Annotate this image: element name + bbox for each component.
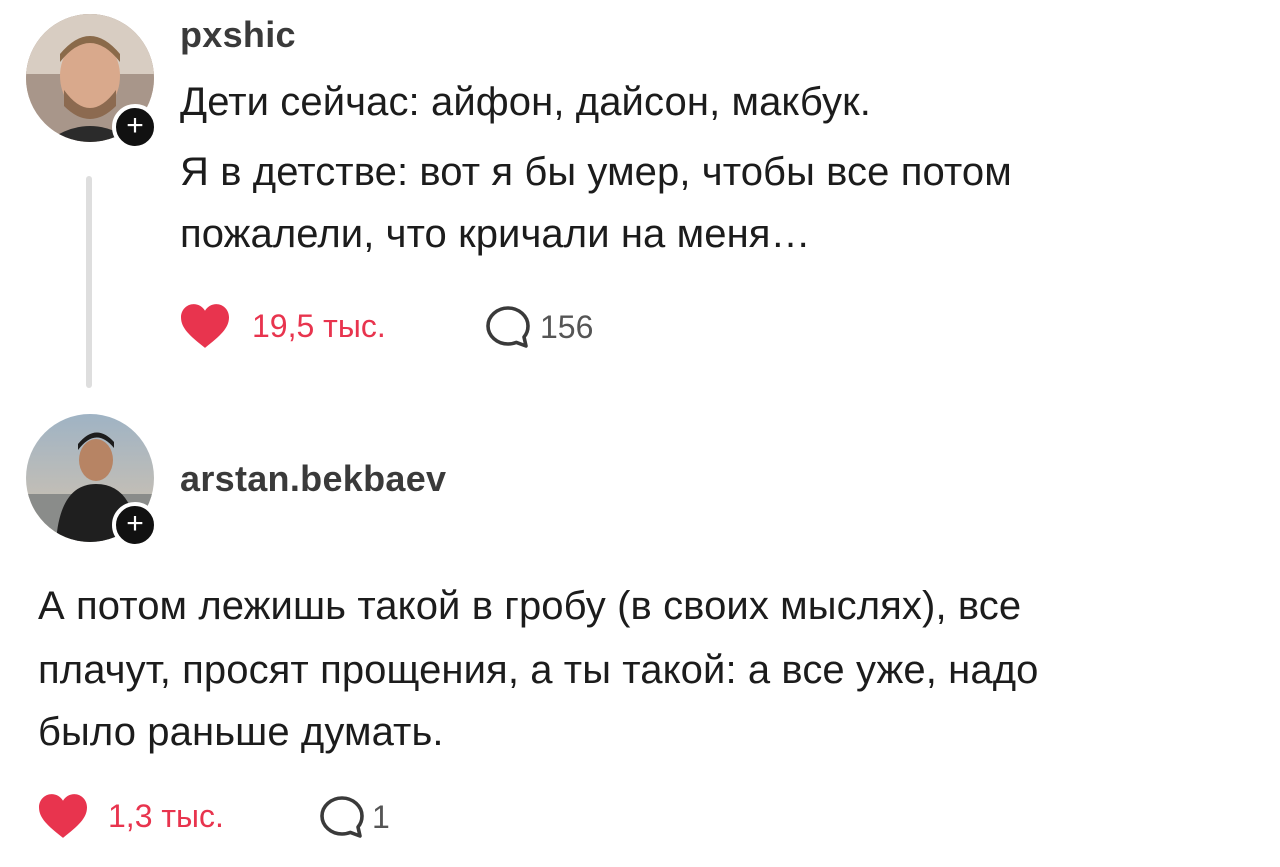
username[interactable]: pxshic <box>180 14 296 56</box>
comment-bubble-icon <box>320 796 364 838</box>
follow-button[interactable]: + <box>112 104 158 150</box>
post-text-line: Дети сейчас: айфон, дайсон, макбук. <box>180 80 871 124</box>
reply-count: 1 <box>372 798 390 835</box>
heart-icon <box>39 794 87 838</box>
heart-icon <box>181 304 229 348</box>
comment-bubble-icon <box>486 306 530 348</box>
plus-icon: + <box>126 109 144 142</box>
like-button[interactable]: 1,3 тыс. <box>36 792 224 840</box>
post-text-line: А потом лежишь такой в гробу (в своих мы… <box>38 584 1022 628</box>
post-text-line: плачут, просят прощения, а ты такой: а в… <box>38 648 1039 692</box>
reply-count: 156 <box>540 308 594 345</box>
like-count: 1,3 тыс. <box>108 797 224 834</box>
like-count: 19,5 тыс. <box>252 307 386 344</box>
plus-icon: + <box>126 507 144 540</box>
like-button[interactable]: 19,5 тыс. <box>178 302 386 350</box>
post-text-line: Я в детстве: вот я бы умер, чтобы все по… <box>180 150 1012 194</box>
thread-connector <box>86 176 92 388</box>
username[interactable]: arstan.bekbaev <box>180 458 446 500</box>
post-text-line: пожалели, что кричали на меня… <box>180 212 811 256</box>
post-text-line: было раньше думать. <box>38 710 444 754</box>
reply-button[interactable]: 1 <box>318 794 390 840</box>
follow-button[interactable]: + <box>112 502 158 548</box>
reply-button[interactable]: 156 <box>484 304 593 350</box>
